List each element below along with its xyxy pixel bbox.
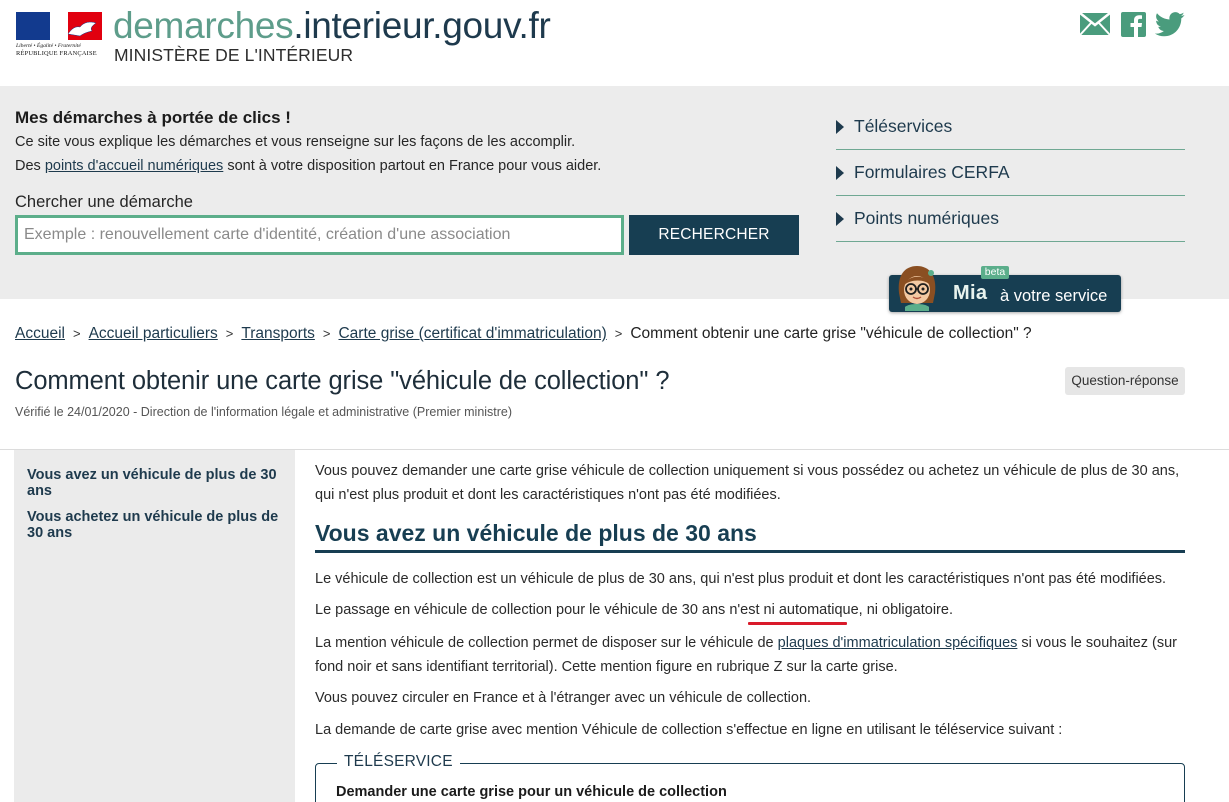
breadcrumb: Accueil > Accueil particuliers > Transpo… <box>15 325 1032 343</box>
paragraph-1: Le véhicule de collection est un véhicul… <box>315 571 1167 587</box>
republique-francaise-logo[interactable]: Liberté • Égalité • Fraternité RÉPUBLIQU… <box>16 12 104 64</box>
paragraph-3-pre: La mention véhicule de collection permet… <box>315 635 778 651</box>
plaques-immatriculation-link[interactable]: plaques d'immatriculation spécifiques <box>778 635 1018 651</box>
mia-tagline: à votre service <box>1000 287 1108 305</box>
site-title-main: demarches <box>113 5 294 46</box>
verified-date: Vérifié le 24/01/2020 - Direction de l'i… <box>15 405 513 419</box>
quick-link-label: Téléservices <box>854 116 953 136</box>
teleservice-link[interactable]: Demander une carte grise pour un véhicul… <box>336 784 727 800</box>
intro-text-2-pre: Des <box>15 158 45 174</box>
intro-text: Ce site vous explique les démarches et v… <box>15 134 576 150</box>
quick-link-teleservices[interactable]: Téléservices <box>836 104 1185 150</box>
logo-motto: Liberté • Égalité • Fraternité <box>16 43 81 49</box>
quick-link-label: Formulaires CERFA <box>854 162 1010 182</box>
breadcrumb-separator: > <box>225 326 234 341</box>
intro-title: Mes démarches à portée de clics ! <box>15 108 291 127</box>
facebook-icon[interactable] <box>1120 10 1146 38</box>
mia-beta-badge: beta <box>981 266 1009 279</box>
page-title: Comment obtenir une carte grise "véhicul… <box>15 367 670 395</box>
site-title-tail: .interieur.gouv.fr <box>293 5 551 46</box>
breadcrumb-accueil[interactable]: Accueil <box>15 325 65 343</box>
toc-item-achetez[interactable]: Vous achetez un véhicule de plus de 30 a… <box>27 509 279 541</box>
site-subtitle: MINISTÈRE DE L'INTÉRIEUR <box>114 45 354 65</box>
quick-link-label: Points numériques <box>854 208 999 228</box>
twitter-icon[interactable] <box>1155 10 1185 38</box>
breadcrumb-separator: > <box>614 326 623 341</box>
logo-republic: RÉPUBLIQUE FRANÇAISE <box>16 50 97 57</box>
breadcrumb-separator: > <box>322 326 331 341</box>
breadcrumb-carte-grise[interactable]: Carte grise (certificat d'immatriculatio… <box>338 325 606 343</box>
toc-item-plus-30-ans[interactable]: Vous avez un véhicule de plus de 30 ans <box>27 467 279 499</box>
marianne-icon <box>67 21 97 37</box>
question-reponse-badge: Question-réponse <box>1065 367 1185 395</box>
section-heading: Vous avez un véhicule de plus de 30 ans <box>315 520 757 546</box>
triangle-right-icon <box>836 119 844 134</box>
triangle-right-icon <box>836 165 844 180</box>
teleservice-label: TÉLÉSERVICE <box>337 753 460 771</box>
breadcrumb-current: Comment obtenir une carte grise "véhicul… <box>630 325 1032 342</box>
site-title[interactable]: demarches.interieur.gouv.fr <box>113 4 551 48</box>
paragraph-5: La demande de carte grise avec mention V… <box>315 722 1063 738</box>
intro-paragraph: Vous pouvez demander une carte grise véh… <box>315 463 1180 503</box>
mia-avatar-icon <box>898 266 936 311</box>
triangle-right-icon <box>836 211 844 226</box>
search-button[interactable]: RECHERCHER <box>629 215 799 255</box>
breadcrumb-separator: > <box>72 326 81 341</box>
section-heading-rule <box>315 550 1185 553</box>
table-of-contents <box>14 450 295 802</box>
site-header: Liberté • Égalité • Fraternité RÉPUBLIQU… <box>0 0 1229 86</box>
points-accueil-link[interactable]: points d'accueil numériques <box>45 158 223 174</box>
breadcrumb-accueil-particuliers[interactable]: Accueil particuliers <box>89 325 218 343</box>
breadcrumb-transports[interactable]: Transports <box>241 325 315 343</box>
intro-text-2-post: sont à votre disposition partout en Fran… <box>223 158 602 174</box>
quick-link-cerfa[interactable]: Formulaires CERFA <box>836 150 1185 196</box>
red-annotation-underline <box>748 622 847 625</box>
mail-icon[interactable] <box>1079 10 1111 38</box>
search-input[interactable] <box>15 215 624 255</box>
quick-link-points[interactable]: Points numériques <box>836 196 1185 242</box>
mia-name: Mia <box>953 282 988 304</box>
tricolor-flag <box>16 12 103 40</box>
paragraph-2: Le passage en véhicule de collection pou… <box>315 602 953 618</box>
paragraph-4: Vous pouvez circuler en France et à l'ét… <box>315 690 812 706</box>
paragraph-3: La mention véhicule de collection permet… <box>315 631 1195 679</box>
intro-text-2: Des points d'accueil numériques sont à v… <box>15 158 601 174</box>
search-label: Chercher une démarche <box>15 193 193 211</box>
